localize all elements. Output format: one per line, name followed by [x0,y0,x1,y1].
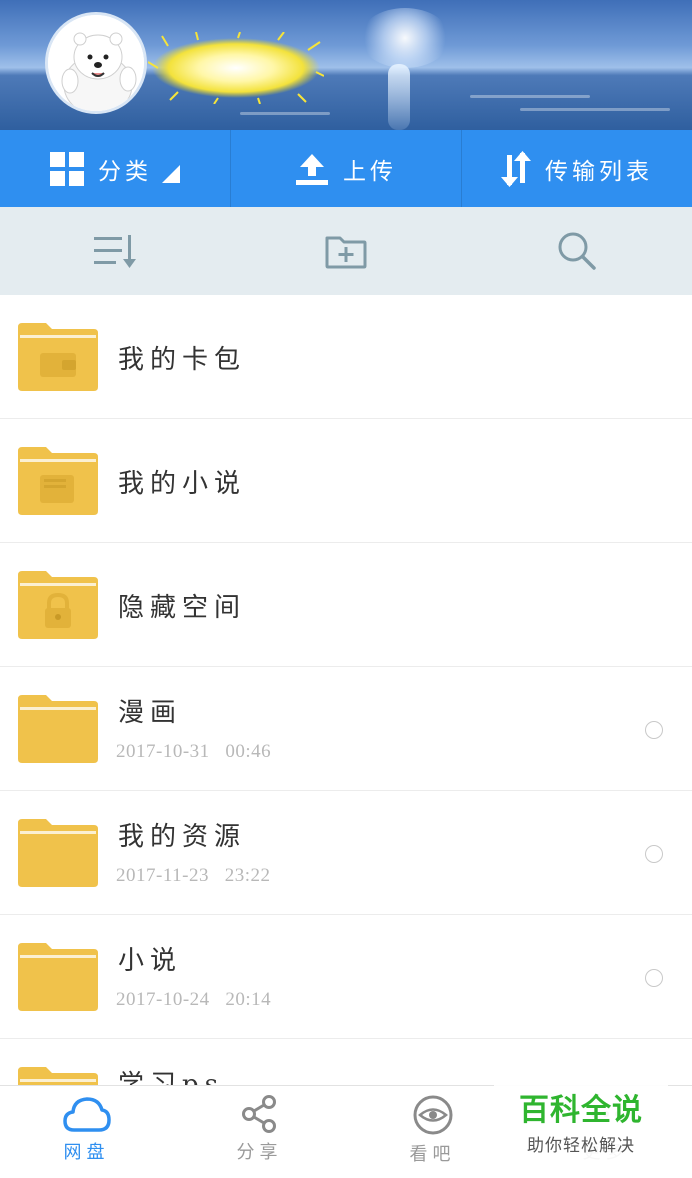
file-date: 2017-11-23 23:22 [116,865,271,886]
list-item[interactable]: 小说 2017-10-24 20:14 [0,915,692,1039]
folder-icon [18,1067,98,1085]
transfer-icon [501,150,531,187]
folder-icon [18,819,98,887]
file-name: 隐藏空间 [118,593,247,623]
watermark-title: 百科全说 [519,1092,643,1128]
book-folder-icon [18,447,98,515]
file-date: 2017-10-24 20:14 [116,989,272,1010]
grid-icon [50,151,84,186]
list-item[interactable]: 我的卡包 [0,295,692,419]
upload-label: 上传 [343,158,397,185]
watermark-subtitle: 助你轻松解决 [527,1135,635,1156]
list-item[interactable]: 漫画 2017-10-31 00:46 [0,667,692,791]
eye-icon [413,1095,452,1135]
new-folder-button[interactable] [231,207,462,295]
select-radio[interactable] [645,969,663,987]
nav-tab-share[interactable]: 分享 [173,1086,346,1178]
nav-label: 网盘 [63,1142,110,1163]
file-date: 2017-10-31 00:46 [116,741,272,762]
share-icon [241,1095,276,1133]
file-list: 我的卡包 我的小说 隐藏空间 漫画 2017-10-31 00:46 我的资源 … [0,295,692,1085]
wallet-folder-icon [18,323,98,391]
banner-sun [360,8,450,68]
list-item[interactable]: 我的小说 [0,419,692,543]
list-item[interactable]: 我的资源 2017-11-23 23:22 [0,791,692,915]
upload-icon [296,153,328,185]
banner-wave [520,108,670,111]
file-name: 学习ps [118,1070,224,1085]
dropdown-triangle-icon [162,164,180,183]
action-bar: 分类 上传 传输列表 [0,130,692,207]
nav-tab-netdisk[interactable]: 网盘 [0,1086,173,1178]
file-name: 我的小说 [118,469,247,499]
profile-banner [0,0,692,130]
file-name: 我的资源 [118,822,247,852]
transfer-list-label: 传输列表 [545,158,653,185]
new-folder-icon [325,236,367,269]
upload-button[interactable]: 上传 [231,130,462,207]
file-name: 漫画 [118,698,183,728]
search-icon [558,232,596,270]
nickname-redaction [148,32,324,104]
nav-label: 分享 [236,1142,283,1163]
file-name: 我的卡包 [118,345,247,375]
user-avatar[interactable] [45,12,147,114]
nav-label: 看吧 [409,1144,456,1165]
folder-icon [18,943,98,1011]
list-item[interactable]: 学习ps [0,1039,692,1085]
baike-watermark: 百科全说 助你轻松解决 [494,1080,668,1160]
search-button[interactable] [461,207,692,295]
file-toolbar [0,207,692,295]
polar-bear-avatar-icon [48,15,144,111]
category-button[interactable]: 分类 [0,130,231,207]
select-radio[interactable] [645,721,663,739]
folder-icon [18,695,98,763]
banner-wave [470,95,590,98]
transfer-list-button[interactable]: 传输列表 [462,130,692,207]
sort-icon [94,235,137,268]
list-item[interactable]: 隐藏空间 [0,543,692,667]
cloud-icon [62,1097,111,1132]
sort-button[interactable] [0,207,231,295]
banner-wave [240,112,330,115]
select-radio[interactable] [645,845,663,863]
category-label: 分类 [98,158,152,185]
banner-sun-reflection [388,64,410,130]
lock-folder-icon [18,571,98,639]
file-name: 小说 [118,946,183,976]
